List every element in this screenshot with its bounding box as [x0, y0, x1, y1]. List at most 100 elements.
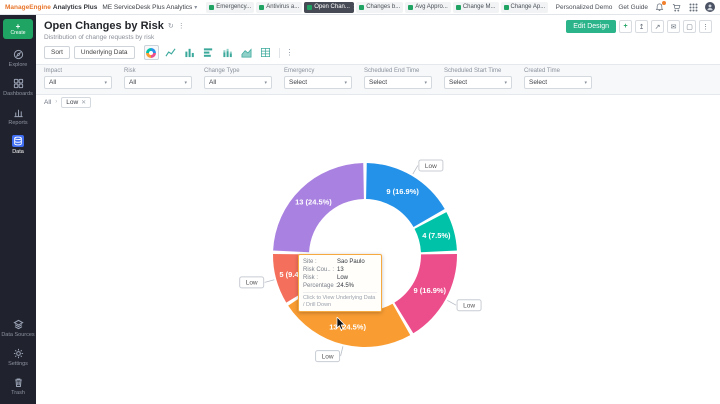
tab-changes-b[interactable]: Changes b... [356, 1, 404, 13]
close-icon[interactable]: ✕ [81, 99, 86, 106]
chevron-down-icon: ▾ [104, 79, 107, 86]
tab-change-ap[interactable]: Change Ap... [500, 1, 549, 13]
report-tab-icon [455, 4, 461, 10]
filter-created-time: Created Time Select ▾ [524, 68, 592, 89]
filter-scheduled-end-select[interactable]: Select ▾ [364, 76, 432, 89]
workspace-selector[interactable]: ME ServiceDesk Plus Analytics ▾ [102, 4, 197, 11]
sidebar-item-settings[interactable]: Settings [0, 343, 36, 371]
topbar-right: Personalized Demo Get Guide [556, 0, 715, 13]
risk-callout-label: Low [463, 303, 475, 310]
apps-grid-icon[interactable] [688, 2, 699, 13]
column-chart-icon[interactable] [182, 45, 197, 60]
tab-avg-approval[interactable]: Avg Appro... [405, 1, 451, 13]
topbar: ManageEngine Analytics Plus ME ServiceDe… [0, 0, 720, 15]
sidebar-item-data[interactable]: Data [0, 131, 36, 159]
risk-callout-label: Low [322, 353, 334, 360]
report-tab-icon [307, 4, 313, 10]
add-icon[interactable]: + [619, 20, 632, 33]
user-avatar[interactable] [705, 2, 715, 12]
mail-icon[interactable]: ✉ [667, 20, 680, 33]
export-icon[interactable]: ↥ [635, 20, 648, 33]
report-header: Open Changes by Risk ↻ ⋮ Distribution of… [36, 15, 720, 41]
trash-icon [12, 376, 24, 388]
database-icon [12, 135, 24, 147]
notification-badge [662, 0, 666, 5]
tab-open-changes[interactable]: Open Chan...✕ [304, 1, 355, 13]
analytics-plus-app: ManageEngine Analytics Plus ME ServiceDe… [0, 0, 720, 404]
header-actions: Edit Design + ↥ ↗ ✉ ▢ ⋮ [566, 20, 712, 33]
line-chart-icon[interactable] [163, 45, 178, 60]
chevron-down-icon: ▾ [344, 79, 347, 86]
sidebar-item-dashboards[interactable]: Dashboards [0, 73, 36, 101]
more-vert-icon[interactable]: ⋮ [699, 20, 712, 33]
chart-tooltip: SiteSao Paulo Risk Cou..13 RiskLow Perce… [298, 254, 382, 312]
filter-change-type-select[interactable]: All ▾ [204, 76, 272, 89]
filter-impact: Impact All ▾ [44, 68, 112, 89]
workspace-tabs: Emergency... Antivirus a... Open Chan...… [206, 1, 549, 13]
donut-segment-5[interactable] [273, 163, 364, 253]
sidebar-item-explore[interactable]: Explore [0, 44, 36, 72]
filter-risk-select[interactable]: All ▾ [124, 76, 192, 89]
breadcrumb-root[interactable]: All [44, 99, 51, 106]
workspace-name: ME ServiceDesk Plus Analytics [102, 3, 193, 11]
tab-close-icon[interactable]: ✕ [353, 4, 354, 11]
filter-created-time-select[interactable]: Select ▾ [524, 76, 592, 89]
chevron-down-icon: ▾ [504, 79, 507, 86]
create-button[interactable]: + Create [3, 19, 33, 39]
breadcrumb-chip-low[interactable]: Low ✕ [61, 96, 92, 108]
table-chart-icon[interactable] [258, 45, 273, 60]
cart-icon[interactable] [671, 2, 682, 13]
tab-antivirus[interactable]: Antivirus a... [256, 1, 303, 13]
filter-scheduled-start-time: Scheduled Start Time Select ▾ [444, 68, 512, 89]
bar-report-icon [12, 106, 24, 118]
report-tab-icon [359, 4, 365, 10]
breadcrumb-separator: › [55, 99, 58, 105]
filter-scheduled-start-select[interactable]: Select ▾ [444, 76, 512, 89]
risk-callout-label: Low [246, 280, 258, 287]
personalized-demo-link[interactable]: Personalized Demo [556, 4, 613, 11]
report-tab-icon [408, 4, 414, 10]
chevron-down-icon: ▾ [264, 79, 267, 86]
area-chart-icon[interactable] [239, 45, 254, 60]
notification-bell-icon[interactable] [654, 0, 666, 13]
segment-value-label: 13 (24.5%) [329, 322, 366, 331]
sidebar: + Create Explore Dashboards Reports Data… [0, 15, 36, 404]
chart-type-switcher: ⋮ [143, 45, 294, 60]
bar-chart-icon[interactable] [201, 45, 216, 60]
sort-button[interactable]: Sort [44, 46, 70, 59]
fullscreen-icon[interactable]: ▢ [683, 20, 696, 33]
risk-callout-label: Low [425, 163, 437, 170]
drill-breadcrumb: All › Low ✕ [36, 95, 720, 109]
report-toolbar: Sort Underlying Data ⋮ [36, 41, 720, 64]
brand-product: Analytics Plus [52, 3, 98, 11]
filter-risk: Risk All ▾ [124, 68, 192, 89]
get-guide-link[interactable]: Get Guide [618, 4, 648, 11]
title-more-icon[interactable]: ⋮ [178, 22, 185, 30]
report-tab-icon [503, 4, 509, 10]
chart-area: 9 (16.9%) Low 4 (7.5%) 9 (16.9%) Low 13 (24.5… [36, 109, 720, 399]
filter-change-type: Change Type All ▾ [204, 68, 272, 89]
sidebar-item-trash[interactable]: Trash [0, 372, 36, 400]
share-icon[interactable]: ↗ [651, 20, 664, 33]
tab-emergency[interactable]: Emergency... [206, 1, 255, 13]
dashboard-grid-icon [12, 77, 24, 89]
underlying-data-button[interactable]: Underlying Data [73, 46, 135, 59]
refresh-icon[interactable]: ↻ [168, 22, 174, 30]
sidebar-item-reports[interactable]: Reports [0, 102, 36, 130]
gear-icon [12, 347, 24, 359]
brand-logo[interactable]: ManageEngine Analytics Plus [5, 4, 97, 11]
filter-impact-select[interactable]: All ▾ [44, 76, 112, 89]
donut-chart-icon[interactable] [143, 45, 159, 60]
divider [278, 47, 280, 58]
tab-change-m[interactable]: Change M... [452, 1, 499, 13]
chevron-down-icon: ▾ [194, 4, 198, 11]
filter-emergency-select[interactable]: Select ▾ [284, 76, 352, 89]
plus-icon: + [15, 21, 21, 31]
filter-scheduled-end-time: Scheduled End Time Select ▾ [364, 68, 432, 89]
sidebar-item-data-sources[interactable]: Data Sources [0, 314, 36, 342]
stacked-column-icon[interactable] [220, 45, 235, 60]
edit-design-button[interactable]: Edit Design [566, 20, 616, 33]
chevron-down-icon: ▾ [584, 79, 587, 86]
chart-types-more-icon[interactable]: ⋮ [286, 48, 294, 57]
report-subtitle: Distribution of change requests by risk [44, 34, 155, 41]
